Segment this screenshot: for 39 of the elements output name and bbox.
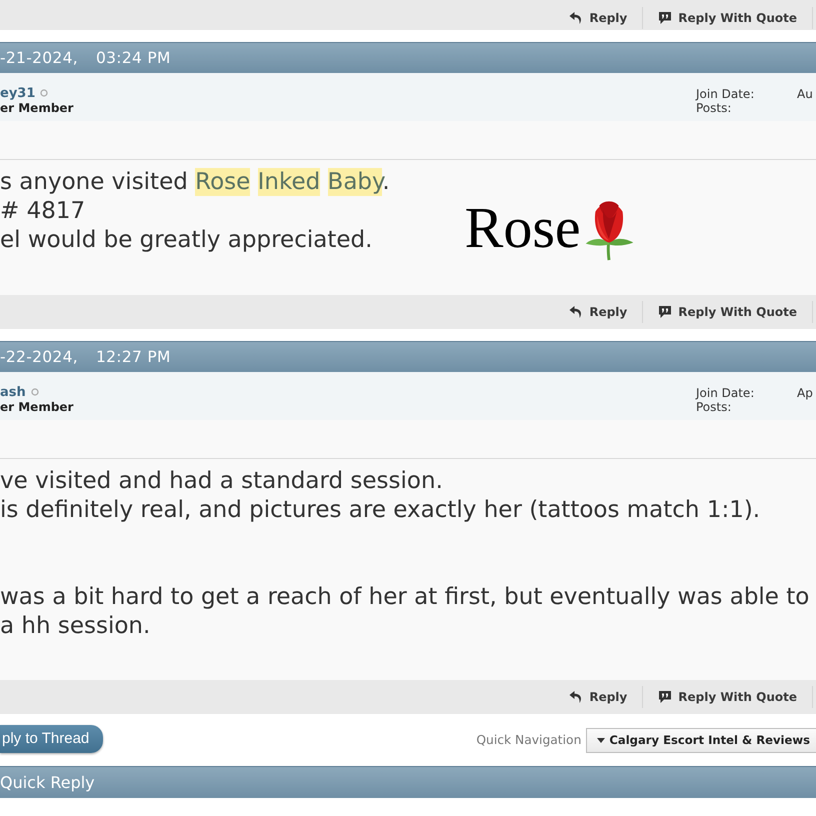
reply-with-quote-button[interactable]: Reply With Quote: [643, 685, 812, 709]
speech-bubble-icon: [658, 11, 672, 25]
speech-bubble-icon: [658, 690, 672, 704]
curved-arrow-icon: [569, 690, 584, 704]
logo-text: Rose: [464, 200, 581, 256]
post-text: s anyone visited Rose Inked Baby.: [0, 168, 390, 197]
join-date-value: Ap: [797, 386, 814, 400]
join-date-value: Au: [797, 87, 814, 101]
quick-navigation-dropdown[interactable]: Calgary Escort Intel & Reviews: [586, 728, 816, 752]
post-text: was a bit hard to get a reach of her at first, but eventually was able to: [0, 583, 810, 612]
post-date: -22-2024,: [0, 348, 78, 366]
curved-arrow-icon: [569, 11, 584, 25]
user-title: er Member: [0, 400, 74, 414]
reply-with-quote-button[interactable]: Reply With Quote: [643, 300, 812, 324]
post-time: 03:24 PM: [96, 49, 171, 67]
post-text: el would be greatly appreciated.: [0, 226, 374, 255]
curved-arrow-icon: [569, 305, 584, 319]
quick-reply-bar: Quick Reply: [0, 766, 816, 798]
reply-button[interactable]: Reply: [554, 300, 642, 324]
user-title: er Member: [0, 101, 74, 115]
reply-button[interactable]: Reply: [554, 685, 642, 709]
posts-label: Posts:: [696, 400, 732, 414]
speech-bubble-icon: [658, 305, 672, 319]
post-time: 12:27 PM: [96, 348, 171, 366]
quick-navigation-label: Quick Navigation: [476, 733, 582, 747]
post-text: # 4817: [0, 197, 86, 226]
post-text: ve visited and had a standard session.: [0, 467, 444, 496]
reply-to-thread-button[interactable]: ply to Thread: [0, 724, 104, 752]
post-text: a hh session.: [0, 612, 152, 641]
username-link[interactable]: ash: [0, 384, 26, 400]
reply-button[interactable]: Reply: [554, 6, 642, 30]
join-date-label: Join Date:: [696, 386, 756, 400]
posts-label: Posts:: [696, 101, 732, 115]
post-text: is definitely real, and pictures are exactly her (tattoos match 1:1).: [0, 496, 762, 525]
caret-icon: [597, 738, 606, 742]
username-link[interactable]: ey31: [0, 86, 36, 100]
post-date: -21-2024,: [0, 49, 78, 67]
reply-with-quote-button[interactable]: Reply With Quote: [643, 6, 812, 30]
join-date-label: Join Date:: [696, 87, 756, 101]
